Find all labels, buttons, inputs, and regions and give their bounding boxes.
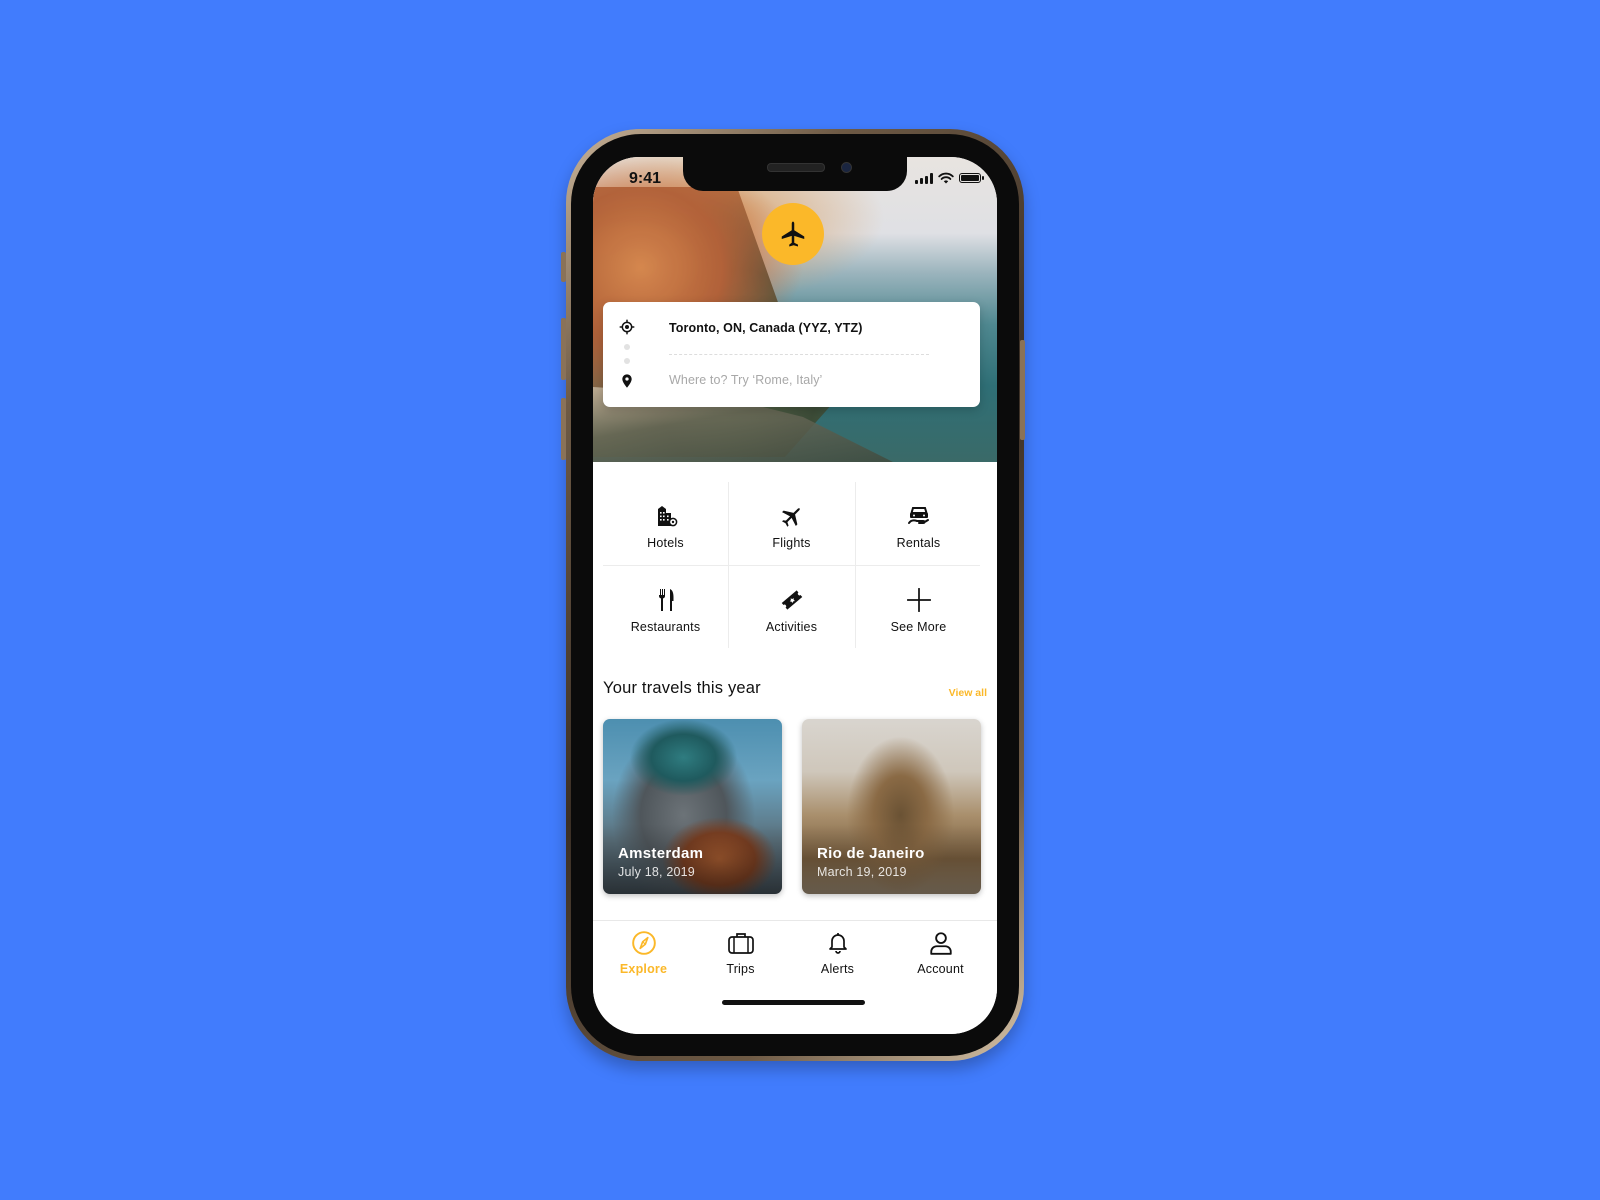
travel-card[interactable]: Rio de Janeiro March 19, 2019 bbox=[802, 719, 981, 894]
power-button bbox=[1020, 340, 1025, 440]
tab-explore[interactable]: Explore bbox=[593, 921, 694, 991]
signal-icon bbox=[915, 172, 933, 184]
tab-alerts[interactable]: Alerts bbox=[787, 921, 888, 991]
hotel-building-icon bbox=[657, 506, 677, 527]
destination-input[interactable] bbox=[669, 373, 959, 387]
category-label: Activities bbox=[765, 620, 818, 634]
front-camera bbox=[841, 162, 852, 173]
travel-card-date: March 19, 2019 bbox=[817, 865, 907, 879]
fork-knife-icon bbox=[658, 589, 673, 611]
battery-icon bbox=[959, 173, 984, 183]
category-hotels[interactable]: Hotels bbox=[603, 482, 728, 565]
travels-section-title: Your travels this year bbox=[603, 679, 761, 697]
bottom-tab-bar: Explore Trips Alerts Account bbox=[593, 920, 997, 1034]
field-divider bbox=[669, 354, 929, 355]
wifi-icon bbox=[938, 172, 954, 184]
user-icon bbox=[929, 932, 952, 955]
volume-down-button bbox=[561, 398, 566, 460]
view-all-link[interactable]: View all bbox=[949, 687, 987, 699]
ticket-icon bbox=[781, 590, 802, 610]
category-flights[interactable]: Flights bbox=[729, 482, 854, 565]
bell-icon bbox=[828, 933, 847, 954]
status-icons bbox=[915, 172, 984, 184]
tab-account[interactable]: Account bbox=[890, 921, 991, 991]
map-pin-icon bbox=[622, 374, 632, 388]
category-rentals[interactable]: Rentals bbox=[856, 482, 981, 565]
airplane-icon bbox=[781, 507, 800, 527]
speaker-grille bbox=[767, 163, 825, 172]
route-search-card: Toronto, ON, Canada (YYZ, YTZ) bbox=[603, 302, 980, 407]
category-grid: Hotels Flights Rentals Restaurants Activ… bbox=[603, 482, 980, 648]
volume-up-button bbox=[561, 318, 566, 380]
category-label: Restaurants bbox=[630, 620, 701, 634]
category-see-more[interactable]: See More bbox=[856, 566, 981, 649]
category-label: See More bbox=[890, 620, 947, 634]
route-dot bbox=[624, 358, 630, 364]
tab-label: Alerts bbox=[820, 962, 855, 976]
notch bbox=[683, 157, 907, 191]
travel-card-date: July 18, 2019 bbox=[618, 865, 695, 879]
tab-label: Account bbox=[917, 962, 964, 976]
travel-card-city: Rio de Janeiro bbox=[817, 845, 925, 862]
category-label: Hotels bbox=[647, 536, 684, 550]
category-activities[interactable]: Activities bbox=[729, 566, 854, 649]
crosshair-location-icon bbox=[619, 319, 635, 335]
travel-card-city: Amsterdam bbox=[618, 845, 704, 862]
tab-label: Explore bbox=[619, 962, 668, 976]
suitcase-icon bbox=[727, 933, 754, 954]
travel-card[interactable]: Amsterdam July 18, 2019 bbox=[603, 719, 782, 894]
airplane-icon bbox=[781, 221, 805, 247]
origin-field[interactable]: Toronto, ON, Canada (YYZ, YTZ) bbox=[669, 321, 863, 335]
car-rental-icon bbox=[907, 507, 929, 524]
tab-trips[interactable]: Trips bbox=[690, 921, 791, 991]
flight-fab-button[interactable] bbox=[762, 203, 824, 265]
status-time: 9:41 bbox=[629, 170, 662, 187]
phone-screen: 9:41 Toronto, ON, Canada (YYZ, YTZ) Wher… bbox=[593, 157, 997, 1034]
category-label: Rentals bbox=[896, 536, 941, 550]
plus-icon bbox=[906, 588, 931, 612]
category-label: Flights bbox=[772, 536, 811, 550]
tab-label: Trips bbox=[726, 962, 755, 976]
home-indicator[interactable] bbox=[722, 1000, 865, 1005]
route-dot bbox=[624, 344, 630, 350]
mute-switch bbox=[561, 252, 566, 282]
category-restaurants[interactable]: Restaurants bbox=[603, 566, 728, 649]
compass-icon bbox=[631, 931, 656, 955]
